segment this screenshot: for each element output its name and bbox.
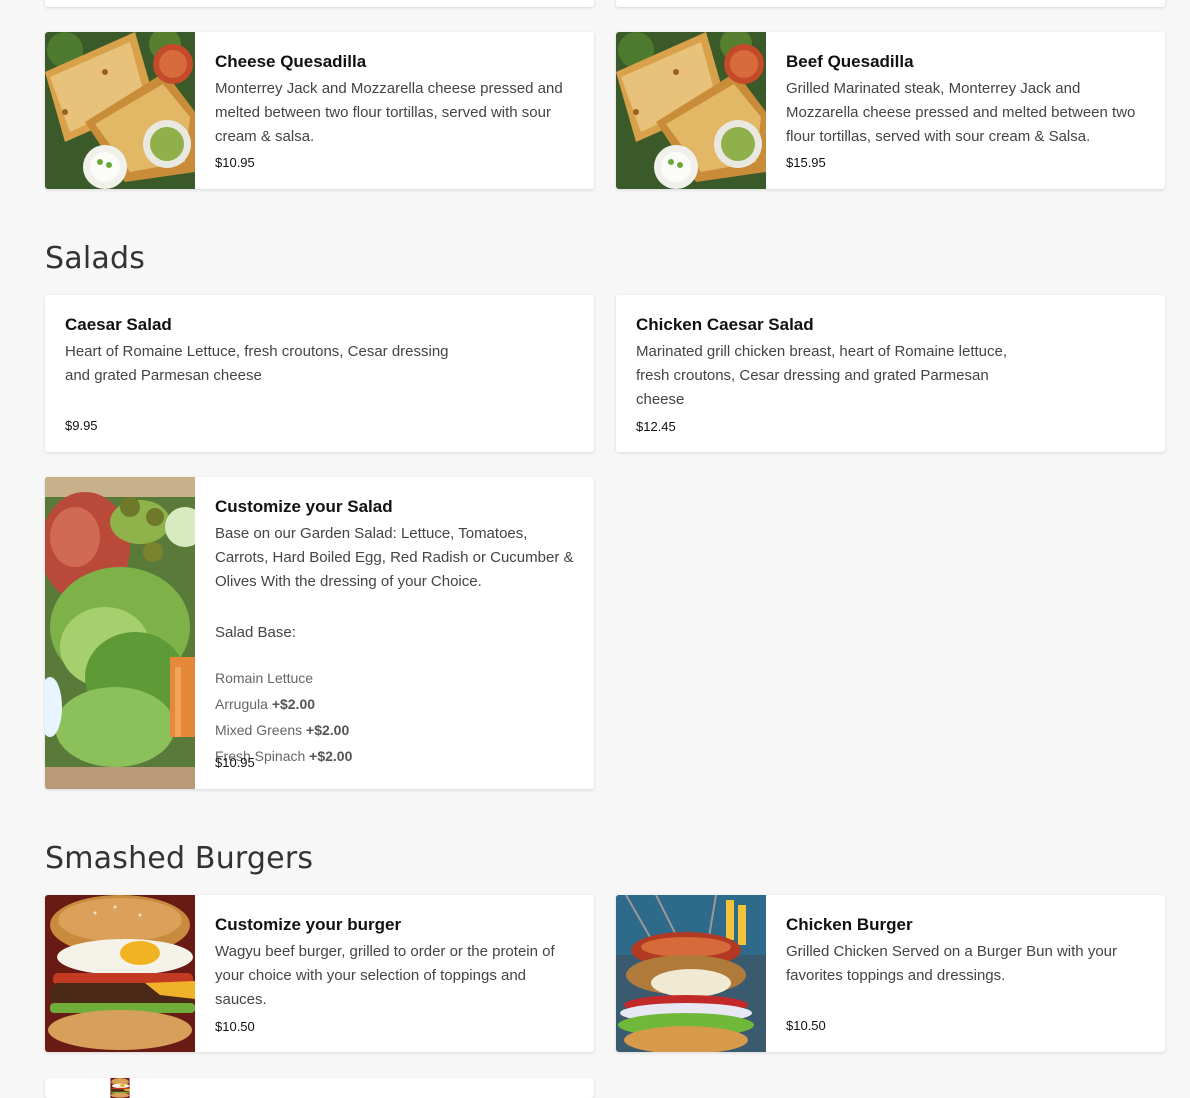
item-content: Cheese Quesadilla Monterrey Jack and Moz…: [215, 32, 574, 189]
item-price: $10.50: [215, 1019, 255, 1034]
item-price: $10.95: [215, 755, 255, 770]
burger-image: [45, 895, 195, 1052]
item-title: Cheese Quesadilla: [215, 52, 367, 71]
option-extra-price: +$2.00: [306, 722, 350, 738]
item-title: Beef Quesadilla: [786, 52, 914, 71]
item-description: Heart of Romaine Lettuce, fresh croutons…: [65, 343, 449, 384]
item-price: $10.95: [215, 155, 255, 170]
menu-item-card-partial[interactable]: [45, 1078, 594, 1098]
menu-item-custom-salad[interactable]: Customize your Salad Base on our Garden …: [45, 477, 594, 789]
item-description: Grilled Marinated steak, Monterrey Jack …: [786, 80, 1136, 145]
item-title: Customize your Salad: [215, 497, 393, 516]
item-content: Chicken Burger Grilled Chicken Served on…: [786, 895, 1145, 1052]
section-title-burgers: Smashed Burgers: [45, 841, 314, 876]
chicken-burger-image: [616, 895, 766, 1052]
menu-item-beef-quesadilla[interactable]: Beef Quesadilla Grilled Marinated steak,…: [616, 32, 1165, 189]
option-name: Romain Lettuce: [215, 670, 314, 686]
quesadilla-image: [45, 32, 195, 189]
item-title: Caesar Salad: [65, 315, 172, 334]
menu-item-card-partial[interactable]: [45, 0, 594, 7]
option-name: Arrugula: [215, 696, 268, 712]
menu-item-chicken-burger[interactable]: Chicken Burger Grilled Chicken Served on…: [616, 895, 1165, 1052]
quesadilla-image: [45, 0, 195, 7]
salad-image: [45, 477, 195, 789]
item-description: Base on our Garden Salad: Lettuce, Tomat…: [215, 525, 574, 590]
option-extra-price: +$2.00: [309, 748, 353, 764]
item-price: $12.45: [636, 419, 676, 434]
item-description: Grilled Chicken Served on a Burger Bun w…: [786, 943, 1117, 984]
option-name: Mixed Greens: [215, 722, 303, 738]
item-price: $10.50: [786, 1018, 826, 1033]
menu-item-custom-burger[interactable]: Customize your burger Wagyu beef burger,…: [45, 895, 594, 1052]
item-title: Customize your burger: [215, 915, 402, 934]
item-content: Customize your Salad Base on our Garden …: [215, 477, 574, 789]
burger-image: [45, 1078, 195, 1098]
quesadilla-image: [616, 0, 766, 7]
section-title-salads: Salads: [45, 241, 146, 276]
option-arrugula[interactable]: Arrugula +$2.00: [215, 696, 315, 712]
item-title: Chicken Burger: [786, 915, 913, 934]
menu-item-chicken-caesar-salad[interactable]: Chicken Caesar Salad Marinated grill chi…: [616, 295, 1165, 452]
item-price: $9.95: [65, 418, 98, 433]
item-price: $15.95: [786, 155, 826, 170]
item-content: Chicken Caesar Salad Marinated grill chi…: [636, 295, 1145, 452]
item-description: Monterrey Jack and Mozzarella cheese pre…: [215, 80, 563, 145]
option-mixed-greens[interactable]: Mixed Greens +$2.00: [215, 722, 349, 738]
menu-item-caesar-salad[interactable]: Caesar Salad Heart of Romaine Lettuce, f…: [45, 295, 594, 452]
item-content: Caesar Salad Heart of Romaine Lettuce, f…: [65, 295, 574, 452]
option-romain-lettuce[interactable]: Romain Lettuce: [215, 670, 313, 686]
item-content: Beef Quesadilla Grilled Marinated steak,…: [786, 32, 1145, 189]
option-extra-price: +$2.00: [271, 696, 316, 712]
quesadilla-image: [616, 32, 766, 189]
menu-item-card-partial[interactable]: [616, 0, 1165, 7]
item-content: Customize your burger Wagyu beef burger,…: [215, 895, 574, 1052]
option-group-label: Salad Base:: [215, 624, 296, 641]
item-description: Marinated grill chicken breast, heart of…: [636, 343, 1008, 408]
item-description: Wagyu beef burger, grilled to order or t…: [215, 943, 555, 1008]
menu-item-cheese-quesadilla[interactable]: Cheese Quesadilla Monterrey Jack and Moz…: [45, 32, 594, 189]
item-title: Chicken Caesar Salad: [636, 315, 814, 334]
